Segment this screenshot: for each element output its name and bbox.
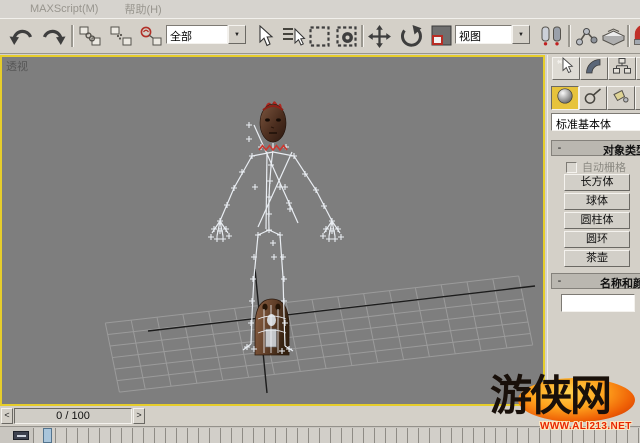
tab-hierarchy[interactable] (608, 57, 636, 80)
sphere-button[interactable]: 球体 (564, 193, 630, 210)
ground-grid (105, 275, 532, 393)
perspective-viewport[interactable]: 透视 (0, 55, 545, 406)
layers-icon (600, 24, 627, 48)
unlink-selection-button[interactable] (107, 22, 135, 50)
toolbar-separator (361, 25, 364, 47)
name-color-rollout-header[interactable]: - 名称和颜色 (551, 273, 640, 289)
world-x-axis (148, 286, 535, 331)
redo-button[interactable] (39, 22, 67, 50)
undo-icon (8, 25, 35, 48)
time-slider[interactable]: 0 / 100 (14, 408, 132, 424)
menu-bar: MAXScript(M) 帮助(H) (0, 0, 640, 18)
select-object-button[interactable] (250, 22, 278, 50)
command-panel: 标准基本体 - 对象类型 自动栅格 长方体 球体 圆柱体 圆环 茶壶 - 名称和… (547, 55, 640, 406)
collapse-icon: - (554, 142, 565, 154)
window-crossing-button[interactable] (332, 22, 360, 50)
chevron-down-icon[interactable]: ▼ (512, 25, 530, 44)
viewport-scene (2, 57, 543, 404)
object-category-dropdown[interactable]: 标准基本体 (551, 113, 640, 131)
magnet-icon (631, 24, 640, 48)
select-and-move-button[interactable] (365, 22, 393, 50)
redo-icon (40, 25, 67, 48)
select-and-rotate-button[interactable] (396, 22, 424, 50)
current-frame-marker[interactable] (43, 428, 52, 443)
time-slider-row: < 0 / 100 > (0, 406, 640, 426)
tab-modify[interactable] (580, 57, 608, 80)
ik-bones-icon (574, 24, 600, 48)
toolbar-separator (568, 25, 571, 47)
tab-create[interactable] (552, 57, 580, 80)
reference-coordinate-dropdown[interactable]: 视图 ▼ (455, 25, 530, 44)
select-and-link-button[interactable] (76, 22, 104, 50)
hierarchy-tab-icon (612, 57, 632, 80)
tab-motion[interactable] (636, 57, 640, 80)
next-frame-button[interactable]: > (133, 408, 145, 424)
layers-button[interactable] (599, 22, 627, 50)
select-and-scale-button[interactable] (427, 22, 455, 50)
object-type-rollout-header[interactable]: - 对象类型 (551, 140, 640, 156)
select-by-name-button[interactable] (279, 22, 307, 50)
cylinder-button[interactable]: 圆柱体 (564, 212, 630, 229)
viewport-label[interactable]: 透视 (6, 58, 28, 74)
mini-curve-editor-button[interactable] (13, 431, 29, 440)
unlink-icon (109, 25, 133, 47)
autogrid-label: 自动栅格 (582, 159, 626, 175)
selection-filter-dropdown[interactable]: 全部 ▼ (166, 25, 246, 44)
category-shapes[interactable] (579, 86, 607, 110)
shapes-icon (583, 87, 603, 110)
modify-tab-icon (584, 57, 604, 80)
collapse-icon: - (554, 275, 565, 287)
chevron-down-icon[interactable]: ▼ (228, 25, 246, 44)
box-button[interactable]: 长方体 (564, 174, 630, 191)
rollout-title: 对象类型 (603, 142, 640, 158)
previous-frame-button[interactable]: < (1, 408, 13, 424)
move-icon (367, 24, 392, 49)
select-by-name-icon (281, 25, 306, 47)
category-geometry[interactable] (551, 86, 579, 110)
select-arrow-icon (255, 25, 274, 48)
ik-toggle-button[interactable] (573, 22, 601, 50)
menu-help[interactable]: 帮助(H) (124, 1, 161, 17)
track-bar-ticks[interactable] (33, 428, 640, 443)
toolbar-separator (71, 25, 74, 47)
character-head (259, 101, 287, 150)
undo-button[interactable] (7, 22, 35, 50)
main-toolbar: 全部 ▼ 视图 ▼ 3 (0, 18, 640, 54)
object-name-input[interactable] (561, 294, 635, 312)
scale-icon (429, 24, 453, 48)
selection-filter-value: 全部 (166, 25, 228, 44)
snap-toggle-button[interactable]: 3 (630, 22, 640, 50)
select-link-icon (78, 25, 102, 47)
track-bar[interactable] (0, 426, 640, 443)
rollout-title: 名称和颜色 (600, 275, 640, 291)
category-lights[interactable] (607, 86, 635, 110)
teapot-button[interactable]: 茶壶 (564, 250, 630, 267)
rect-region-icon (308, 25, 331, 48)
window-crossing-icon (335, 25, 358, 48)
mirror-button[interactable] (537, 22, 565, 50)
autogrid-checkbox[interactable] (566, 162, 577, 173)
mini-curve-editor-icon (17, 435, 26, 437)
rect-selection-region-button[interactable] (305, 22, 333, 50)
reference-coordinate-value: 视图 (455, 25, 512, 44)
mirror-icon (538, 24, 565, 48)
category-cameras[interactable] (635, 86, 640, 110)
create-tab-icon (556, 57, 576, 80)
rotate-icon (398, 24, 423, 49)
torus-button[interactable]: 圆环 (564, 231, 630, 248)
geometry-sphere-icon (555, 87, 575, 110)
autogrid-row: 自动栅格 (566, 159, 626, 175)
bind-to-space-warp-button[interactable] (137, 22, 165, 50)
bind-space-warp-icon (139, 25, 163, 47)
light-icon (611, 87, 631, 110)
menu-maxscript[interactable]: MAXScript(M) (30, 3, 98, 15)
